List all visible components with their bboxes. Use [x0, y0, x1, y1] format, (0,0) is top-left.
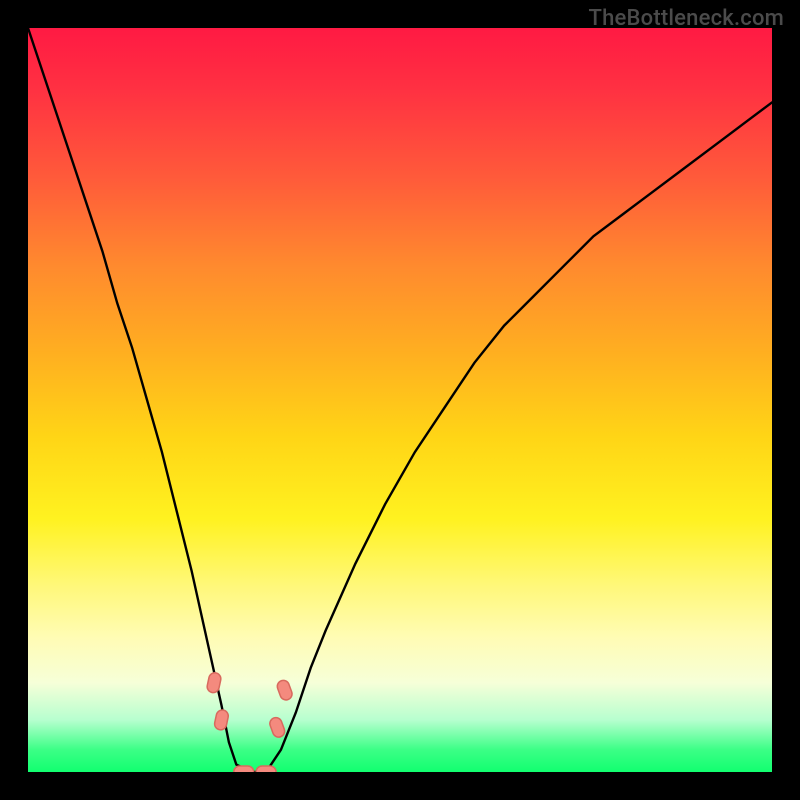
right-branch-marker-upper [276, 679, 294, 702]
curve-layer [28, 28, 772, 772]
left-branch-marker-upper [206, 672, 222, 694]
attribution-watermark: TheBottleneck.com [589, 6, 784, 31]
chart-stage: TheBottleneck.com [0, 0, 800, 800]
minimum-marker-left [234, 766, 254, 772]
minimum-marker-right [256, 766, 276, 772]
bottleneck-curve [28, 28, 772, 772]
marker-layer [206, 672, 294, 772]
plot-area [28, 28, 772, 772]
right-branch-marker-lower [268, 716, 286, 739]
